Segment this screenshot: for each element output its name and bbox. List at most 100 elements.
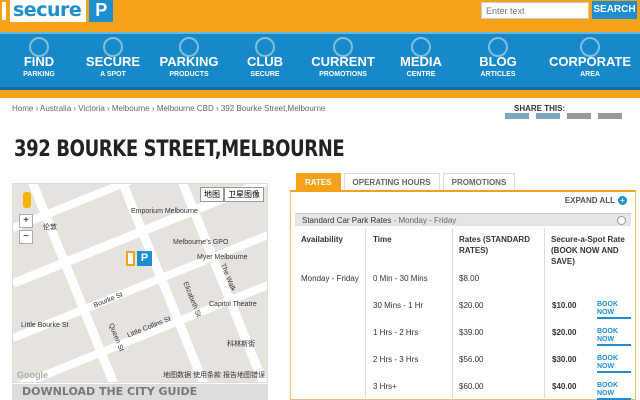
- cell-rate: $8.00: [459, 274, 480, 283]
- car-park-marker[interactable]: P: [126, 251, 152, 266]
- map-footer: Google 地图数据 使用条款 报告地图错误: [13, 370, 267, 382]
- map-label: 伦敦: [43, 224, 57, 231]
- nav-title: CURRENT: [311, 54, 375, 69]
- map-label: Little Bourke St: [21, 322, 69, 329]
- table-row: 2 Hrs - 3 Hrs $56.00 $30.00 BOOK NOW: [295, 346, 631, 373]
- nav-title: CLUB: [246, 54, 284, 69]
- header-rates: Rates (STANDARD RATES): [459, 235, 530, 255]
- nav-subtitle: A SPOT: [100, 71, 126, 78]
- nav-find-parking[interactable]: FIND PARKING: [0, 34, 78, 87]
- rates-panel: EXPAND ALL + Standard Car Park Rates - Mo…: [290, 190, 636, 400]
- breadcrumb: Home › Australia › Victoria › Melbourne …: [12, 104, 326, 113]
- nav-title: MEDIA: [400, 54, 442, 69]
- nav-subtitle: PARKING: [23, 71, 55, 78]
- rates-section-title: Standard Car Park Rates: [302, 216, 392, 225]
- nav-club-secure[interactable]: CLUB SECURE: [230, 34, 300, 87]
- nav-title: PARKING: [159, 54, 219, 69]
- facebook-icon[interactable]: [536, 113, 560, 119]
- cell-rate: $56.00: [459, 355, 484, 364]
- nav-subtitle: SECURE: [250, 71, 280, 78]
- map-tab-map[interactable]: 地图: [200, 187, 224, 202]
- cell-secure-rate: $10.00: [552, 301, 577, 310]
- rates-section-header[interactable]: Standard Car Park Rates - Monday - Frida…: [295, 213, 631, 226]
- zoom-out-button[interactable]: −: [19, 230, 33, 244]
- nav-blog-articles[interactable]: BLOG ARTICLES: [456, 34, 540, 87]
- logo-bars-icon: [0, 0, 8, 22]
- nav-current-promotions[interactable]: CURRENT PROMOTIONS: [300, 34, 386, 87]
- map-tab-satellite[interactable]: 卫星图像: [224, 187, 264, 202]
- cell-rate: $39.00: [459, 328, 484, 337]
- share-icons: [505, 113, 622, 119]
- collapse-icon[interactable]: [617, 216, 626, 225]
- breadcrumb-melbourne[interactable]: Melbourne: [112, 104, 150, 113]
- cell-availability: Monday - Friday: [301, 274, 359, 283]
- city-guide-banner[interactable]: DOWNLOAD THE CITY GUIDE: [12, 384, 268, 400]
- twitter-icon[interactable]: [505, 113, 529, 119]
- nav-media-centre[interactable]: MEDIA CENTRE: [386, 34, 456, 87]
- breadcrumb-melbourne-cbd[interactable]: Melbourne CBD: [157, 104, 214, 113]
- page-title: 392 BOURKE STREET,MELBOURNE: [14, 137, 345, 162]
- plus-icon: +: [618, 196, 627, 205]
- cell-time: 30 Mins - 1 Hr: [373, 301, 424, 310]
- book-now-button[interactable]: BOOK NOW: [597, 382, 631, 400]
- logo-parking-mark: P: [89, 0, 114, 22]
- nav-title: CORPORATE: [548, 54, 632, 69]
- parking-icon: P: [137, 251, 152, 266]
- email-icon[interactable]: [567, 113, 591, 119]
- site-logo[interactable]: secure P: [0, 0, 114, 22]
- nav-title: BLOG: [479, 54, 517, 69]
- book-now-button[interactable]: BOOK NOW: [597, 355, 631, 373]
- cell-rate: $20.00: [459, 301, 484, 310]
- nav-subtitle: AREA: [580, 71, 600, 78]
- cell-rate: $60.00: [459, 382, 484, 391]
- tab-promotions[interactable]: PROMOTIONS: [442, 173, 516, 190]
- map-footer-links[interactable]: 地图数据 使用条款 报告地图错误: [163, 372, 265, 379]
- nav-corporate-area[interactable]: CORPORATE AREA: [540, 34, 640, 87]
- main-nav: FIND PARKING SECURE A SPOT PARKING PRODU…: [0, 32, 640, 90]
- tab-operating-hours[interactable]: OPERATING HOURS: [343, 173, 440, 190]
- tab-rates[interactable]: RATES: [296, 173, 341, 190]
- breadcrumb-victoria[interactable]: Victoria: [78, 104, 105, 113]
- nav-subtitle: ARTICLES: [480, 71, 516, 78]
- expand-all-link[interactable]: EXPAND ALL +: [565, 196, 627, 205]
- pegman-icon[interactable]: [23, 192, 31, 208]
- table-row: 1 Hrs - 2 Hrs $39.00 $20.00 BOOK NOW: [295, 319, 631, 346]
- header-time: Time: [373, 235, 392, 244]
- nav-subtitle: PROMOTIONS: [319, 71, 367, 78]
- search-button[interactable]: SEARCH: [592, 1, 637, 19]
- map-label: Emporium Melbourne: [131, 208, 198, 215]
- zoom-in-button[interactable]: +: [19, 214, 33, 228]
- nav-parking-products[interactable]: PARKING PRODUCTS: [148, 34, 230, 87]
- info-tabs: RATES OPERATING HOURS PROMOTIONS: [296, 173, 516, 190]
- top-bar: secure P SEARCH: [0, 0, 640, 32]
- breadcrumb-home[interactable]: Home: [12, 104, 33, 113]
- book-now-button[interactable]: BOOK NOW: [597, 328, 631, 346]
- nav-subtitle: PRODUCTS: [169, 71, 209, 78]
- zoom-controls: + −: [19, 214, 33, 246]
- header-stripe: [0, 90, 640, 98]
- search-input[interactable]: [481, 2, 589, 19]
- breadcrumb-australia[interactable]: Australia: [40, 104, 71, 113]
- nav-title: SECURE: [85, 54, 141, 69]
- map-label: Capitol Theatre: [209, 301, 257, 308]
- nav-subtitle: CENTRE: [406, 71, 436, 78]
- cell-secure-rate: $30.00: [552, 355, 577, 364]
- table-row: 3 Hrs+ $60.00 $40.00 BOOK NOW: [295, 373, 631, 400]
- logo-text: secure: [10, 0, 87, 22]
- print-icon[interactable]: [598, 113, 622, 119]
- map-road: [24, 184, 131, 382]
- map-label: 科林斯街: [227, 341, 255, 348]
- expand-all-label: EXPAND ALL: [564, 196, 615, 205]
- table-row: 30 Mins - 1 Hr $20.00 $10.00 BOOK NOW: [295, 292, 631, 319]
- book-now-button[interactable]: BOOK NOW: [597, 301, 631, 319]
- location-map[interactable]: Emporium Melbourne Melbourne's GPO Myer …: [12, 183, 268, 383]
- map-label: Melbourne's GPO: [173, 239, 229, 246]
- map-label: Myer Melbourne: [197, 254, 248, 261]
- header-secure-rate: Secure-a-Spot Rate (BOOK NOW AND SAVE): [551, 235, 625, 266]
- nav-title: FIND: [23, 54, 55, 69]
- google-logo: Google: [17, 370, 48, 380]
- cell-time: 3 Hrs+: [373, 382, 397, 391]
- cell-time: 2 Hrs - 3 Hrs: [373, 355, 419, 364]
- nav-secure-a-spot[interactable]: SECURE A SPOT: [78, 34, 148, 87]
- logo-bars-icon: [126, 251, 135, 266]
